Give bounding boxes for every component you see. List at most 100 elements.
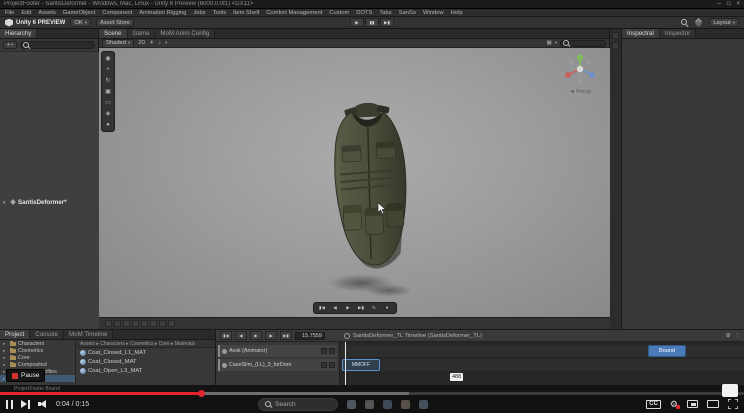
- tab-inspector[interactable]: Inspector: [659, 29, 697, 38]
- asset-store-button[interactable]: Asset Store: [96, 18, 134, 27]
- tab-console[interactable]: Console: [30, 330, 64, 339]
- create-dropdown[interactable]: + ▾: [3, 41, 17, 49]
- menu-gameobject[interactable]: GameObject: [63, 10, 96, 16]
- close-button[interactable]: ×: [736, 1, 740, 7]
- timeline-clip-bound[interactable]: Bound: [648, 345, 686, 357]
- asset-row[interactable]: Coat_Closed_MAT: [77, 357, 215, 366]
- track-mute-button[interactable]: [321, 348, 327, 354]
- folder-row-characters[interactable]: ▸ Characters: [0, 340, 75, 347]
- track-lock-button[interactable]: [329, 348, 335, 354]
- layers-icon[interactable]: [694, 18, 703, 27]
- timeline-clip-mmoff[interactable]: MMOFF: [342, 359, 380, 371]
- hierarchy-search-input[interactable]: [20, 41, 95, 49]
- timeline-frame-field[interactable]: 15.7559: [295, 331, 325, 340]
- bottombar-icon[interactable]: [123, 320, 130, 327]
- more-icon[interactable]: ⋮: [735, 333, 741, 339]
- timeline-skip-end-button[interactable]: ▶▮: [280, 331, 292, 340]
- overlay-loop-button[interactable]: ↻: [369, 304, 380, 312]
- taskbar-app-icon[interactable]: [383, 399, 392, 409]
- menu-tabs[interactable]: Tabs: [379, 10, 391, 16]
- folder-row-core[interactable]: ▸ Core: [0, 354, 75, 361]
- timeline-prev-frame-button[interactable]: ◀: [235, 331, 247, 340]
- tab-inspectral[interactable]: Inspectral: [622, 29, 660, 38]
- draw-mode-dropdown[interactable]: Shaded ▾: [102, 38, 135, 48]
- overlay-skip-end-button[interactable]: ▶▮: [356, 304, 367, 312]
- menu-edit[interactable]: Edit: [21, 10, 31, 16]
- menu-sanso[interactable]: SanSo: [399, 10, 416, 16]
- menu-item-shelf[interactable]: Item Shelf: [233, 10, 259, 16]
- track-caseslim[interactable]: CaseSlim_(LL)_3_forDom: [218, 359, 337, 371]
- fullscreen-icon[interactable]: [728, 399, 738, 409]
- toggle-2d[interactable]: 2D: [138, 40, 145, 46]
- folder-row-cosmetics[interactable]: ▸ Cosmetics: [0, 347, 75, 354]
- dock-icon[interactable]: [612, 32, 619, 39]
- bottombar-icon[interactable]: [114, 320, 121, 327]
- taskbar-app-icon[interactable]: [365, 399, 374, 409]
- tab-scene[interactable]: Scene: [99, 29, 128, 38]
- menu-help[interactable]: Help: [451, 10, 463, 16]
- menu-custom[interactable]: Custom: [329, 10, 349, 16]
- tab-game[interactable]: Game: [127, 29, 156, 38]
- gear-icon[interactable]: ⚙: [726, 333, 731, 339]
- taskbar-app-icon[interactable]: [419, 399, 428, 409]
- custom-tool[interactable]: ●: [103, 119, 113, 130]
- timeline-skip-start-button[interactable]: ▮◀: [220, 331, 232, 340]
- tab-project[interactable]: Project: [0, 330, 31, 339]
- audio-toggle-icon[interactable]: ♪: [158, 40, 161, 47]
- bottombar-icon[interactable]: [141, 320, 148, 327]
- track-mute-button[interactable]: [321, 362, 327, 368]
- captions-button[interactable]: CC: [646, 399, 661, 409]
- settings-gear-icon[interactable]: ⚙: [670, 399, 681, 409]
- menu-dots[interactable]: DOTS: [356, 10, 372, 16]
- tab-hierarchy[interactable]: Hierarchy: [0, 29, 38, 38]
- menu-window[interactable]: Window: [423, 10, 444, 16]
- asset-row[interactable]: Coat_Closed_L1_MAT: [77, 348, 215, 357]
- taskbar-search[interactable]: Search: [258, 397, 338, 411]
- miniplayer-icon[interactable]: [687, 400, 698, 408]
- projection-label[interactable]: ◄ Persp: [560, 89, 600, 95]
- overlay-record-button[interactable]: ●: [382, 304, 393, 312]
- rotate-tool[interactable]: ↻: [103, 75, 113, 86]
- version-control-dropdown[interactable]: OK ▾: [70, 18, 91, 27]
- menu-animation-rigging[interactable]: Animation Rigging: [139, 10, 186, 16]
- transform-tool[interactable]: ◈: [103, 108, 113, 119]
- scale-tool[interactable]: ▣: [103, 86, 113, 97]
- layout-dropdown[interactable]: Layout ▾: [709, 18, 739, 27]
- expander-icon[interactable]: ▼: [2, 200, 7, 205]
- overlay-skip-start-button[interactable]: ▮◀: [317, 304, 328, 312]
- effects-toggle-icon[interactable]: ◐: [165, 40, 168, 47]
- menu-assets[interactable]: Assets: [38, 10, 55, 16]
- search-icon[interactable]: [681, 19, 688, 26]
- asset-row[interactable]: Coat_Open_L3_MAT: [77, 366, 215, 375]
- progress-knob[interactable]: [197, 390, 205, 397]
- pause-button[interactable]: ▮▮: [365, 18, 379, 27]
- bottombar-icon[interactable]: [105, 320, 112, 327]
- overlay-prev-button[interactable]: ◀: [330, 304, 341, 312]
- timeline-play-button[interactable]: ▶: [250, 331, 262, 340]
- menu-component[interactable]: Component: [102, 10, 132, 16]
- taskbar-window-button[interactable]: ProjectFooter Bound: [14, 386, 60, 392]
- dock-icon[interactable]: [612, 42, 619, 49]
- scene-search-input[interactable]: [560, 39, 606, 47]
- breadcrumb[interactable]: Assets ▸ Characters ▸ Cosmetics ▸ Core ▸…: [77, 340, 215, 348]
- tab-mom-timeline[interactable]: MoM Timeline: [63, 330, 114, 339]
- taskbar-app-icon[interactable]: [347, 399, 356, 409]
- minimize-button[interactable]: –: [718, 1, 721, 7]
- playhead[interactable]: [345, 342, 346, 385]
- timeline-next-frame-button[interactable]: ▶: [265, 331, 277, 340]
- track-animator[interactable]: Avsk (Animator): [218, 345, 337, 357]
- menu-file[interactable]: File: [5, 10, 14, 16]
- play-button[interactable]: ▶: [350, 18, 364, 27]
- volume-icon[interactable]: [38, 399, 48, 409]
- bottombar-icon[interactable]: [132, 320, 139, 327]
- view-tool[interactable]: ◉: [103, 53, 113, 64]
- taskbar-app-icon[interactable]: [401, 399, 410, 409]
- player-next-button[interactable]: [21, 399, 30, 409]
- rect-tool[interactable]: ▭: [103, 97, 113, 108]
- step-button[interactable]: ▶▮: [380, 18, 394, 27]
- bottombar-icon[interactable]: [159, 320, 166, 327]
- theater-mode-icon[interactable]: [707, 400, 719, 408]
- grid-icon[interactable]: ▦: [547, 40, 552, 47]
- orientation-gizmo[interactable]: ◄ Persp: [560, 52, 600, 95]
- timeline-clip-area[interactable]: Bound MMOFF 488: [340, 342, 744, 385]
